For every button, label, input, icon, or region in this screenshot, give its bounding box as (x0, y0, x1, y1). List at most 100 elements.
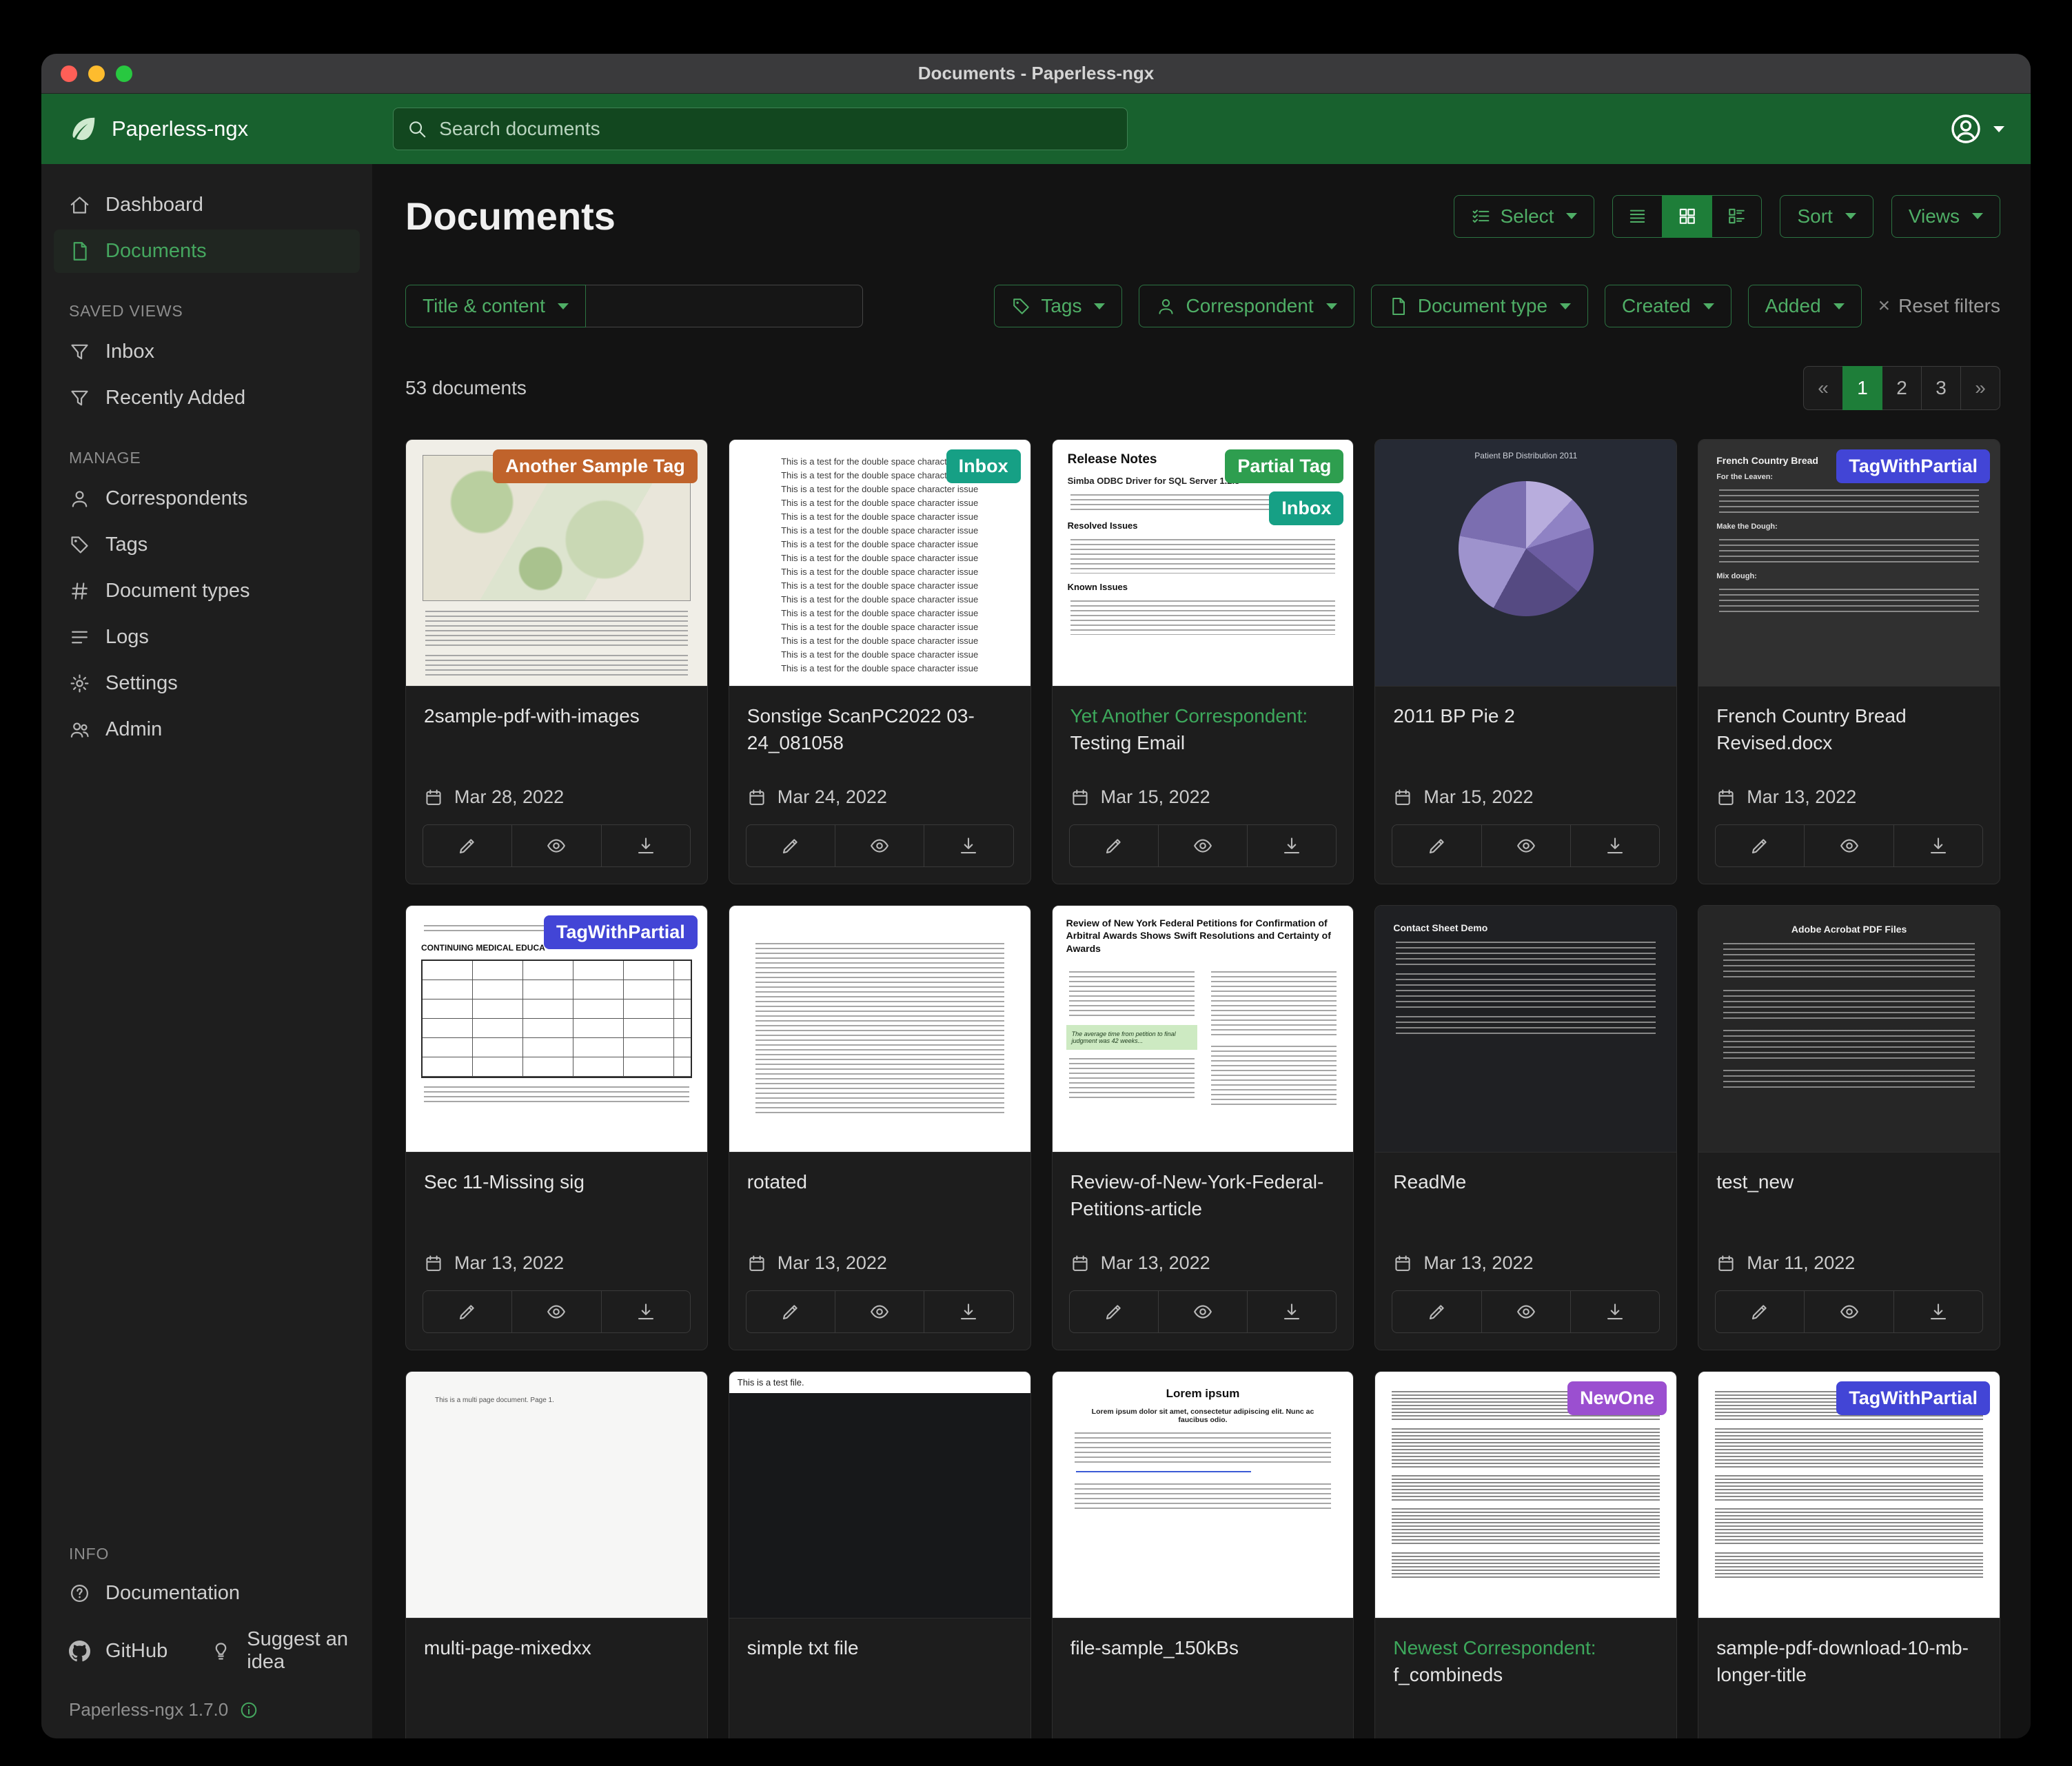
document-thumbnail[interactable]: TagWithPartial (1698, 1372, 2000, 1618)
brand-name[interactable]: Paperless-ngx (112, 116, 248, 141)
edit-document-button[interactable] (746, 825, 835, 866)
edit-document-button[interactable] (746, 1291, 835, 1332)
sidebar-item-dashboard[interactable]: Dashboard (54, 183, 360, 227)
sidebar-item-inbox[interactable]: Inbox (54, 330, 360, 374)
view-document-button[interactable] (511, 1291, 600, 1332)
document-title[interactable]: test_new (1716, 1169, 1982, 1196)
sidebar-item-logs[interactable]: Logs (54, 616, 360, 659)
download-document-button[interactable] (601, 1291, 690, 1332)
view-list-button[interactable] (1612, 195, 1663, 238)
sidebar-item-recently-added[interactable]: Recently Added (54, 376, 360, 420)
document-thumbnail[interactable]: Review of New York Federal Petitions for… (1053, 906, 1354, 1153)
document-correspondent[interactable]: Yet Another Correspondent: (1070, 705, 1308, 727)
document-thumbnail[interactable]: Another Sample Tag (406, 440, 707, 687)
title-content-dropdown[interactable]: Title & content (405, 285, 586, 327)
document-title[interactable]: file-sample_150kBs (1070, 1635, 1336, 1662)
document-type-filter-button[interactable]: Document type (1371, 285, 1588, 327)
document-title[interactable]: Newest Correspondent: f_combineds (1393, 1635, 1658, 1688)
sidebar-item-correspondents[interactable]: Correspondents (54, 477, 360, 520)
views-button[interactable]: Views (1891, 195, 2000, 238)
view-document-button[interactable] (511, 825, 600, 866)
reset-filters-button[interactable]: × Reset filters (1878, 294, 2000, 318)
edit-document-button[interactable] (1392, 1291, 1481, 1332)
document-title[interactable]: French Country Bread Revised.docx (1716, 703, 1982, 756)
sidebar-item-document-types[interactable]: Document types (54, 569, 360, 613)
download-document-button[interactable] (1247, 1291, 1336, 1332)
tag-badge[interactable]: NewOne (1567, 1381, 1667, 1415)
edit-document-button[interactable] (1716, 825, 1804, 866)
filter-text-input[interactable] (586, 285, 863, 327)
document-title[interactable]: multi-page-mixedxx (424, 1635, 689, 1662)
sort-button[interactable]: Sort (1780, 195, 1873, 238)
view-document-button[interactable] (1481, 825, 1570, 866)
document-title[interactable]: 2011 BP Pie 2 (1393, 703, 1658, 730)
close-button[interactable] (61, 65, 77, 82)
tag-badge[interactable]: Partial Tag (1225, 449, 1343, 483)
document-title[interactable]: sample-pdf-download-10-mb-longer-title (1716, 1635, 1982, 1688)
document-thumbnail[interactable]: Lorem ipsumLorem ipsum dolor sit amet, c… (1053, 1372, 1354, 1618)
sidebar-item-admin[interactable]: Admin (54, 708, 360, 751)
view-document-button[interactable] (1804, 825, 1893, 866)
tag-badge[interactable]: TagWithPartial (544, 915, 698, 949)
pagination-next-button[interactable]: » (1960, 366, 2000, 410)
tag-badge[interactable]: Inbox (946, 449, 1021, 483)
document-thumbnail[interactable] (729, 906, 1030, 1153)
view-details-button[interactable] (1712, 195, 1762, 238)
pagination-prev-button[interactable]: « (1803, 366, 1843, 410)
pagination-page-2[interactable]: 2 (1882, 366, 1922, 410)
tag-badge[interactable]: TagWithPartial (1836, 1381, 1990, 1415)
sidebar-item-settings[interactable]: Settings (54, 662, 360, 705)
pagination-page-3[interactable]: 3 (1921, 366, 1961, 410)
document-title[interactable]: Sec 11-Missing sig (424, 1169, 689, 1196)
download-document-button[interactable] (924, 1291, 1013, 1332)
edit-document-button[interactable] (1070, 825, 1158, 866)
document-thumbnail[interactable]: French Country BreadFor the Leaven:Make … (1698, 440, 2000, 687)
sidebar-item-suggest-idea[interactable]: Suggest an idea (195, 1618, 372, 1684)
view-document-button[interactable] (1804, 1291, 1893, 1332)
fullscreen-button[interactable] (116, 65, 132, 82)
download-document-button[interactable] (924, 825, 1013, 866)
tag-badge[interactable]: Another Sample Tag (493, 449, 698, 483)
correspondent-filter-button[interactable]: Correspondent (1139, 285, 1354, 327)
download-document-button[interactable] (601, 825, 690, 866)
info-icon[interactable] (239, 1701, 258, 1720)
document-thumbnail[interactable]: Release NotesSimba ODBC Driver for SQL S… (1053, 440, 1354, 687)
sidebar-item-documents[interactable]: Documents (54, 230, 360, 273)
tags-filter-button[interactable]: Tags (994, 285, 1122, 327)
view-grid-button[interactable] (1662, 195, 1712, 238)
added-filter-button[interactable]: Added (1748, 285, 1862, 327)
document-title[interactable]: Yet Another Correspondent: Testing Email (1070, 703, 1336, 756)
edit-document-button[interactable] (423, 825, 511, 866)
minimize-button[interactable] (88, 65, 105, 82)
edit-document-button[interactable] (1716, 1291, 1804, 1332)
document-title[interactable]: Review-of-New-York-Federal-Petitions-art… (1070, 1169, 1336, 1222)
sidebar-item-github[interactable]: GitHub (54, 1618, 183, 1684)
select-button[interactable]: Select (1454, 195, 1595, 238)
document-title[interactable]: Sonstige ScanPC2022 03-24_081058 (747, 703, 1013, 756)
view-document-button[interactable] (1158, 1291, 1247, 1332)
document-thumbnail[interactable]: CONTINUING MEDICAL EDUCA TagWithPartial (406, 906, 707, 1153)
sidebar-item-tags[interactable]: Tags (54, 523, 360, 567)
download-document-button[interactable] (1570, 825, 1659, 866)
document-thumbnail[interactable]: Adobe Acrobat PDF Files (1698, 906, 2000, 1153)
document-thumbnail[interactable]: This is a test for the double space char… (729, 440, 1030, 687)
user-menu[interactable] (1949, 112, 2004, 145)
view-document-button[interactable] (1481, 1291, 1570, 1332)
document-title[interactable]: ReadMe (1393, 1169, 1658, 1196)
document-correspondent[interactable]: Newest Correspondent: (1393, 1637, 1596, 1658)
edit-document-button[interactable] (1392, 825, 1481, 866)
document-title[interactable]: rotated (747, 1169, 1013, 1196)
document-thumbnail[interactable]: Patient BP Distribution 2011 (1375, 440, 1676, 687)
view-document-button[interactable] (835, 1291, 924, 1332)
download-document-button[interactable] (1893, 825, 1982, 866)
search-input[interactable] (393, 108, 1128, 150)
document-title[interactable]: 2sample-pdf-with-images (424, 703, 689, 730)
document-thumbnail[interactable]: This is a test file. (729, 1372, 1030, 1618)
edit-document-button[interactable] (423, 1291, 511, 1332)
download-document-button[interactable] (1247, 825, 1336, 866)
download-document-button[interactable] (1570, 1291, 1659, 1332)
document-title[interactable]: simple txt file (747, 1635, 1013, 1662)
sidebar-item-documentation[interactable]: Documentation (54, 1572, 360, 1615)
view-document-button[interactable] (1158, 825, 1247, 866)
tag-badge[interactable]: Inbox (1269, 491, 1343, 525)
